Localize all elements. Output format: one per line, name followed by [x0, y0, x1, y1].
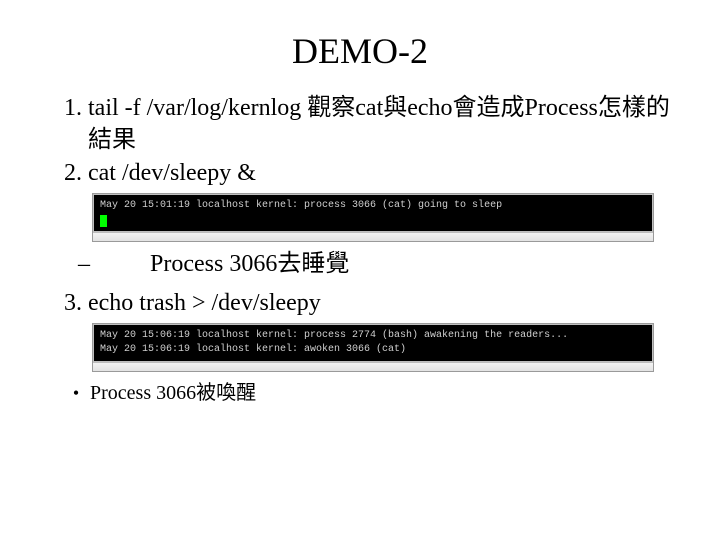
list-item-1: tail -f /var/log/kernlog 觀察cat與echo會造成Pr…	[88, 92, 670, 157]
dash-icon: –	[78, 248, 110, 280]
terminal-output-1: May 20 15:01:19 localhost kernel: proces…	[93, 194, 653, 232]
list-item-2: cat /dev/sleepy &	[88, 157, 670, 189]
bullet-icon: •	[62, 381, 90, 405]
slide-title: DEMO‐2	[50, 30, 670, 72]
terminal-scrollbar	[93, 362, 653, 371]
slide-content: tail -f /var/log/kernlog 觀察cat與echo會造成Pr…	[50, 92, 670, 407]
sub-item-dash: – Process 3066去睡覺	[78, 248, 670, 280]
terminal-scrollbar	[93, 232, 653, 241]
sub-item-text: Process 3066去睡覺	[150, 248, 349, 280]
numbered-list-continued: echo trash > /dev/sleepy	[50, 287, 670, 319]
terminal-block-2: May 20 15:06:19 localhost kernel: proces…	[92, 319, 670, 374]
terminal-block-1: May 20 15:01:19 localhost kernel: proces…	[92, 189, 670, 244]
cursor-icon	[100, 215, 107, 227]
slide: DEMO‐2 tail -f /var/log/kernlog 觀察cat與ec…	[0, 0, 720, 427]
sub-item-bullet: • Process 3066被喚醒	[62, 380, 670, 407]
terminal-window-2: May 20 15:06:19 localhost kernel: proces…	[92, 323, 654, 372]
terminal-line: May 20 15:06:19 localhost kernel: proces…	[100, 330, 568, 341]
sub-item-text: Process 3066被喚醒	[90, 380, 256, 407]
list-item-3: echo trash > /dev/sleepy	[88, 287, 670, 319]
terminal-window-1: May 20 15:01:19 localhost kernel: proces…	[92, 193, 654, 242]
numbered-list: tail -f /var/log/kernlog 觀察cat與echo會造成Pr…	[50, 92, 670, 189]
terminal-line: May 20 15:06:19 localhost kernel: awoken…	[100, 344, 406, 355]
terminal-output-2: May 20 15:06:19 localhost kernel: proces…	[93, 324, 653, 362]
terminal-line: May 20 15:01:19 localhost kernel: proces…	[100, 200, 502, 211]
